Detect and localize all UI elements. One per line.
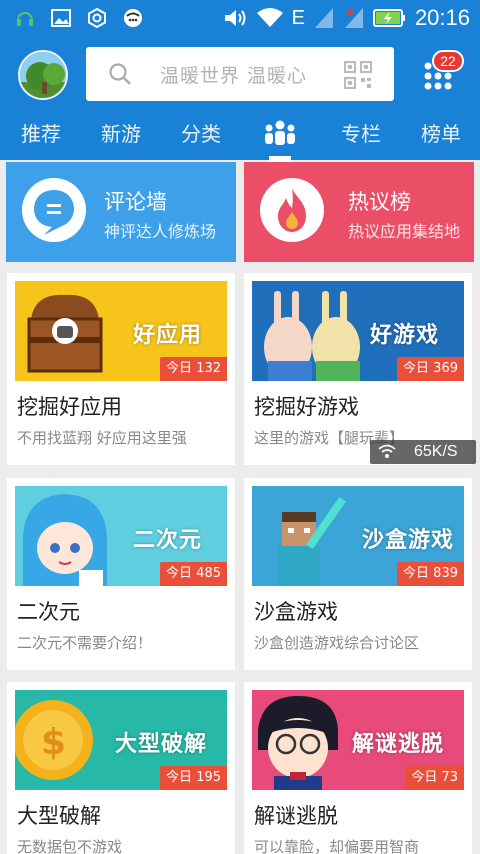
forum-banner-image: 好游戏 今日 369 xyxy=(252,281,464,381)
banner-label: 好游戏 xyxy=(370,323,440,348)
forum-title: 挖掘好游戏 xyxy=(254,395,359,419)
search-icon xyxy=(109,63,131,85)
app-header: 温暖世界 温暖心 22 推荐 新游 分类 专栏 榜单 xyxy=(0,38,480,162)
forum-card[interactable]: 解谜逃脱 今日 73 解谜逃脱 可以靠脸，却偏要用智商 xyxy=(244,682,472,854)
community-icon xyxy=(265,120,295,145)
svg-text:$: $ xyxy=(41,722,66,763)
flame-icon xyxy=(260,178,324,242)
today-post-count: 今日 839 xyxy=(397,562,464,586)
forum-description: 无数据包不游戏 xyxy=(17,838,123,854)
forum-card[interactable]: 好游戏 今日 369 挖掘好游戏 这里的游戏【腿玩辈】 xyxy=(244,273,472,465)
hot-discussion-card[interactable]: 热议榜 热议应用集结地 xyxy=(244,162,474,262)
forum-description: 不用找蓝翔 好应用这里强 xyxy=(17,429,187,447)
banner-label: 好应用 xyxy=(133,323,203,348)
forum-card[interactable]: 二次元 今日 485 二次元 二次元不需要介绍！ xyxy=(7,478,235,670)
forum-banner-image: 解谜逃脱 今日 73 xyxy=(252,690,464,790)
tab-categories[interactable]: 分类 xyxy=(178,118,224,160)
comment-bubble-icon xyxy=(22,178,86,242)
signal-noservice-icon xyxy=(344,8,363,28)
tab-community[interactable] xyxy=(260,118,300,160)
volume-icon xyxy=(224,10,246,26)
wifi-icon xyxy=(378,444,396,458)
battery-charging-icon xyxy=(372,9,405,27)
notification-badge: 22 xyxy=(432,50,464,72)
forum-banner-image: 二次元 今日 485 xyxy=(15,486,227,586)
chat-app-icon xyxy=(124,9,142,27)
tab-new-games[interactable]: 新游 xyxy=(98,118,144,160)
status-bar: E 20:16 xyxy=(0,0,480,38)
banner-label: 二次元 xyxy=(133,528,203,553)
forum-title: 挖掘好应用 xyxy=(17,395,122,419)
today-post-count: 今日 195 xyxy=(160,766,227,790)
settings-icon xyxy=(88,7,106,29)
avatar[interactable] xyxy=(18,50,68,100)
comment-wall-card[interactable]: 评论墙 神评达人修炼场 xyxy=(6,162,236,262)
forum-banner-image: 沙盒游戏 今日 839 xyxy=(252,486,464,586)
system-icons: E 20:16 xyxy=(222,5,470,31)
forum-banner-image: 好应用 今日 132 xyxy=(15,281,227,381)
feature-title: 热议榜 xyxy=(348,190,411,214)
feature-title: 评论墙 xyxy=(104,190,167,214)
notification-icons xyxy=(14,7,144,29)
forum-banner-image: $ 大型破解 今日 195 xyxy=(15,690,227,790)
forum-card[interactable]: 好应用 今日 132 挖掘好应用 不用找蓝翔 好应用这里强 xyxy=(7,273,235,465)
forum-title: 大型破解 xyxy=(17,804,101,828)
forum-card[interactable]: 沙盒游戏 今日 839 沙盒游戏 沙盒创造游戏综合讨论区 xyxy=(244,478,472,670)
tab-bar: 推荐 新游 分类 专栏 榜单 xyxy=(0,118,480,160)
network-type-label: E xyxy=(291,6,305,29)
forum-card[interactable]: $ 大型破解 今日 195 大型破解 无数据包不游戏 xyxy=(7,682,235,854)
tab-columns[interactable]: 专栏 xyxy=(338,118,384,160)
today-post-count: 今日 485 xyxy=(160,562,227,586)
tab-recommend[interactable]: 推荐 xyxy=(18,118,64,160)
feature-subtitle: 热议应用集结地 xyxy=(348,222,461,241)
wifi-icon xyxy=(256,8,283,27)
forum-title: 二次元 xyxy=(17,600,80,624)
search-box[interactable]: 温暖世界 温暖心 xyxy=(86,47,394,101)
network-speed-indicator: 65K/S xyxy=(370,440,476,464)
forum-title: 沙盒游戏 xyxy=(254,600,338,624)
image-icon xyxy=(51,9,71,27)
today-post-count: 今日 73 xyxy=(405,766,464,790)
forum-description: 沙盒创造游戏综合讨论区 xyxy=(254,634,420,652)
qr-scan-icon[interactable] xyxy=(344,61,372,89)
avatar-image xyxy=(20,52,66,98)
forum-title: 解谜逃脱 xyxy=(254,804,338,828)
tab-rankings[interactable]: 榜单 xyxy=(418,118,464,160)
today-post-count: 今日 132 xyxy=(160,357,227,381)
search-placeholder: 温暖世界 温暖心 xyxy=(160,65,308,87)
feature-subtitle: 神评达人修炼场 xyxy=(104,222,217,241)
banner-label: 沙盒游戏 xyxy=(362,528,455,553)
network-speed-value: 65K/S xyxy=(414,443,458,460)
today-post-count: 今日 369 xyxy=(397,357,464,381)
forum-description: 可以靠脸，却偏要用智商 xyxy=(254,838,420,854)
forum-description: 二次元不需要介绍！ xyxy=(17,634,153,652)
clock: 20:16 xyxy=(414,5,470,30)
banner-label: 大型破解 xyxy=(115,732,208,757)
headset-icon xyxy=(17,12,33,26)
signal-icon xyxy=(314,8,333,28)
banner-label: 解谜逃脱 xyxy=(352,732,445,757)
